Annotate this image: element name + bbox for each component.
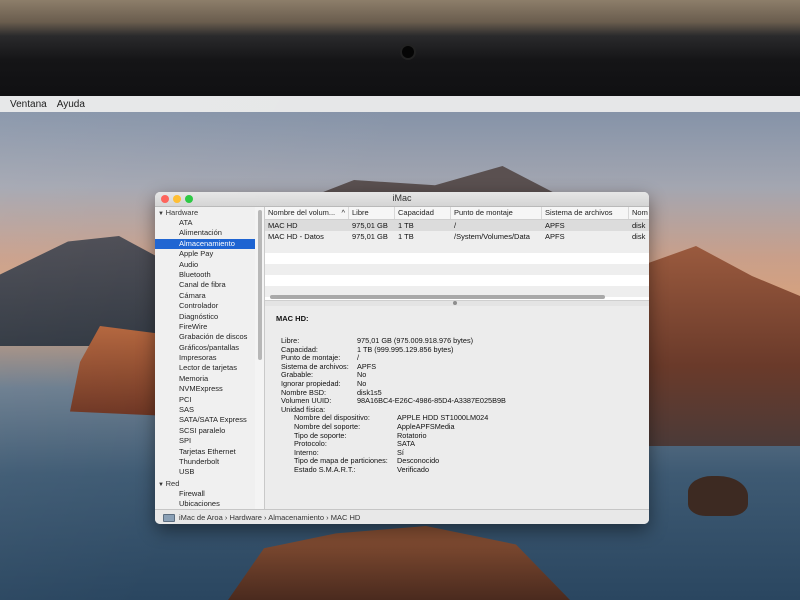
volumes-table: Nombre del volum... ^ Libre Capacidad Punto … <box>265 207 649 300</box>
system-information-window: iMac ▼ Hardware ATA Alimentación Almacenami… <box>155 192 649 524</box>
sidebar-item[interactable]: SAS <box>155 405 255 415</box>
sidebar-item[interactable]: Gráficos/pantallas <box>155 343 255 353</box>
sidebar-item[interactable]: Impresoras <box>155 353 255 363</box>
column-header[interactable]: Sistema de archivos <box>542 207 629 219</box>
sidebar-item[interactable]: NVMExpress <box>155 384 255 394</box>
column-header[interactable]: Nom <box>629 207 649 219</box>
sidebar-item[interactable]: Ubicaciones <box>155 499 255 509</box>
sidebar-item[interactable]: ATA <box>155 218 255 228</box>
sidebar-item[interactable]: Grabación de discos <box>155 332 255 342</box>
sidebar-item[interactable]: Controlador <box>155 301 255 311</box>
sidebar-item[interactable]: Alimentación <box>155 228 255 238</box>
sidebar-item[interactable]: Memoria <box>155 374 255 384</box>
sidebar-group[interactable]: ▼ Hardware <box>155 207 255 218</box>
sidebar-item[interactable]: Bluetooth <box>155 270 255 280</box>
detail-value: Verificado <box>397 465 430 474</box>
sidebar-item[interactable]: Audio <box>155 260 255 270</box>
sidebar-item[interactable]: SCSI paralelo <box>155 426 255 436</box>
sidebar-item[interactable]: Cámara <box>155 291 255 301</box>
sidebar-item[interactable]: SATA/SATA Express <box>155 415 255 425</box>
sidebar-item[interactable]: Diagnóstico <box>155 312 255 322</box>
disclosure-triangle-icon[interactable]: ▼ <box>158 482 166 488</box>
table-cell: disk <box>632 232 646 241</box>
wallpaper-rock <box>688 476 748 516</box>
table-cell: APFS <box>545 232 565 241</box>
table-cell: 975,01 GB <box>352 232 388 241</box>
table-cell: disk <box>632 221 646 230</box>
path-text[interactable]: iMac de Aroa › Hardware › Almacenamiento… <box>179 510 360 524</box>
sort-indicator-icon: ^ <box>341 208 345 217</box>
table-cell: MAC HD - Datos <box>268 232 324 241</box>
imac-icon <box>163 514 175 522</box>
sidebar-scrollbar[interactable] <box>258 210 262 360</box>
sidebar-item[interactable]: SPI <box>155 436 255 446</box>
menu-bar: Ventana Ayuda <box>0 96 800 112</box>
sidebar-group[interactable]: ▼ Red <box>155 478 255 489</box>
path-bar: iMac de Aroa › Hardware › Almacenamiento… <box>155 509 649 524</box>
table-cell: 1 TB <box>398 221 414 230</box>
detail-panel: MAC HD: Libre: 975,01 GB (975.009.918.976… <box>265 306 649 509</box>
table-cell: / <box>454 221 457 230</box>
table-row <box>265 275 649 286</box>
detail-label: Estado S.M.A.R.T.: <box>294 465 356 474</box>
table-horizontal-scrollbar[interactable] <box>270 295 605 299</box>
wallpaper-mountain-left <box>0 236 170 346</box>
sidebar-item[interactable]: Almacenamiento <box>155 238 255 250</box>
detail-title: MAC HD: <box>276 314 309 323</box>
table-row <box>265 253 649 264</box>
table-cell: /System/Volumes/Data <box>454 232 530 241</box>
table-cell: MAC HD <box>268 221 298 230</box>
table-row[interactable]: MAC HD 975,01 GB 1 TB / APFS disk <box>265 220 649 231</box>
split-handle-dot <box>453 301 457 305</box>
sidebar-item[interactable]: Firewall <box>155 489 255 499</box>
table-cell: 1 TB <box>398 232 414 241</box>
column-header[interactable]: Punto de montaje <box>451 207 542 219</box>
sidebar-item[interactable]: FireWire <box>155 322 255 332</box>
column-header[interactable]: Nombre del volum... ^ <box>265 207 349 219</box>
sidebar-group-label: Red <box>165 478 180 488</box>
menu-ayuda[interactable]: Ayuda <box>57 99 85 110</box>
table-row <box>265 242 649 253</box>
sidebar-item[interactable]: USB <box>155 467 255 477</box>
column-header[interactable]: Capacidad <box>395 207 451 219</box>
sidebar-item[interactable]: Canal de fibra <box>155 280 255 290</box>
monitor-bezel <box>0 0 800 96</box>
sidebar-item[interactable]: PCI <box>155 395 255 405</box>
window-title: iMac <box>392 193 412 203</box>
sidebar-item[interactable]: Tarjetas Ethernet <box>155 447 255 457</box>
screen: Ventana Ayuda iMac ▼ Hardware ATA Alimenta… <box>0 96 800 600</box>
sidebar-group-label: Hardware <box>165 208 199 217</box>
table-body: MAC HD 975,01 GB 1 TB / APFS disk MAC HD - Dat… <box>265 220 649 297</box>
webcam <box>402 46 414 58</box>
disclosure-triangle-icon[interactable]: ▼ <box>158 211 166 217</box>
menu-ventana[interactable]: Ventana <box>10 99 47 110</box>
table-header: Nombre del volum... ^ Libre Capacidad Punto … <box>265 207 649 220</box>
wallpaper-island <box>228 526 570 600</box>
sidebar-item[interactable]: Apple Pay <box>155 249 255 259</box>
sidebar: ▼ Hardware ATA Alimentación Almacenamiento A… <box>155 207 255 509</box>
table-cell: 975,01 GB <box>352 221 388 230</box>
table-row[interactable]: MAC HD - Datos 975,01 GB 1 TB/System/Volum… <box>265 231 649 242</box>
sidebar-item[interactable]: Thunderbolt <box>155 457 255 467</box>
wallpaper-mountain-right <box>640 246 800 446</box>
column-header[interactable]: Libre <box>349 207 395 219</box>
table-cell: APFS <box>545 221 565 230</box>
title-bar[interactable]: iMac <box>155 192 649 207</box>
detail-value: 1 TB (999.995.129.856 bytes) <box>357 344 454 354</box>
detail-value: 98A16BC4-E26C-4986-85D4-A3387E025B9B <box>357 396 506 406</box>
table-row <box>265 264 649 275</box>
sidebar-item[interactable]: Lector de tarjetas <box>155 363 255 373</box>
